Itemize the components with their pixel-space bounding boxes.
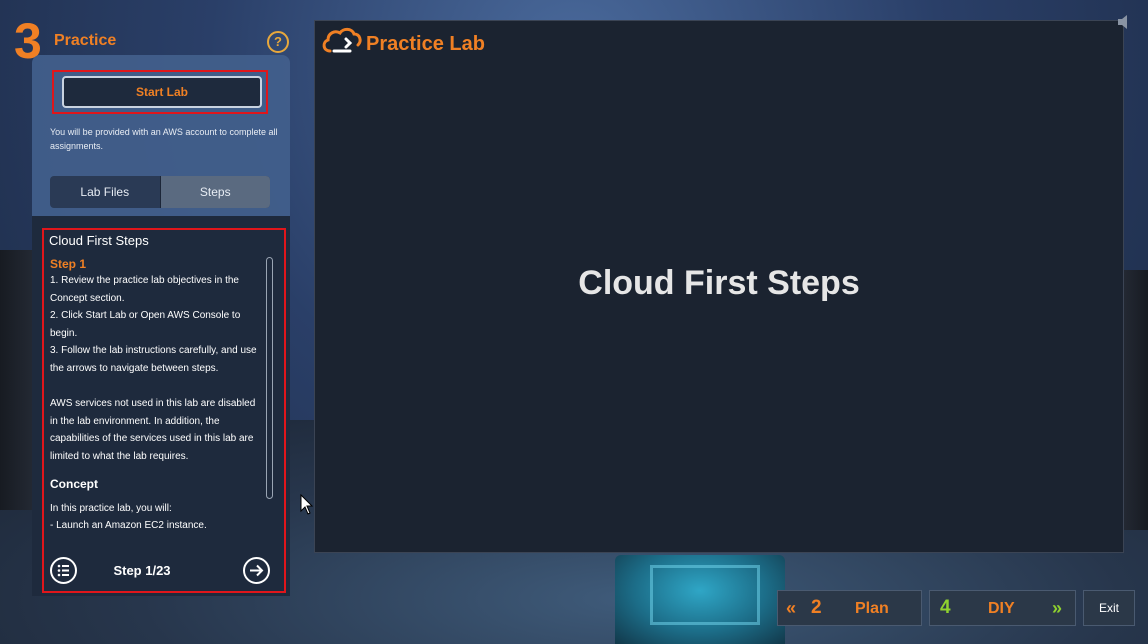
step-line: 2. Click Start Lab or Open AWS Console t… xyxy=(50,310,241,339)
tab-lab-files[interactable]: Lab Files xyxy=(50,176,160,208)
nav-diy-label: DIY xyxy=(988,600,1015,617)
exit-button[interactable]: Exit xyxy=(1083,590,1135,626)
panel-tabs: Lab Files Steps xyxy=(50,176,270,208)
help-icon[interactable]: ? xyxy=(267,31,289,53)
concept-intro: In this practice lab, you will: xyxy=(50,502,172,514)
step-heading: Step 1 xyxy=(50,257,87,271)
arrow-right-circle-icon[interactable] xyxy=(243,557,270,584)
section-title: Practice xyxy=(54,32,117,49)
mouse-cursor-icon xyxy=(300,493,314,516)
chevron-right-double-icon: » xyxy=(1052,598,1063,618)
step-content[interactable]: Step 1 1. Review the practice lab object… xyxy=(50,256,260,538)
speaker-icon[interactable] xyxy=(1116,12,1136,32)
list-menu-icon[interactable] xyxy=(50,557,77,584)
nav-plan-button[interactable]: « 2 Plan xyxy=(777,590,922,626)
nav-plan-label: Plan xyxy=(855,600,889,617)
step-counter: Step 1/23 xyxy=(113,563,171,578)
step-line: 1. Review the practice lab objectives in… xyxy=(50,275,239,304)
tab-steps[interactable]: Steps xyxy=(159,176,270,208)
cloud-logo-icon xyxy=(320,25,364,57)
nav-plan-number: 2 xyxy=(811,597,822,618)
concept-item: - Launch an Amazon EC2 instance. xyxy=(50,520,207,532)
scene-platform-pattern xyxy=(650,565,760,625)
chevron-left-double-icon: « xyxy=(786,598,797,618)
steps-scrollbar[interactable] xyxy=(266,257,273,499)
account-note: You will be provided with an AWS account… xyxy=(50,127,278,151)
practice-lab-title: Practice Lab xyxy=(366,33,485,55)
nav-diy-number: 4 xyxy=(940,597,951,618)
concept-heading: Concept xyxy=(50,476,98,491)
step-note: AWS services not used in this lab are di… xyxy=(50,398,256,462)
start-lab-button[interactable]: Start Lab xyxy=(62,76,262,108)
steps-title: Cloud First Steps xyxy=(49,233,149,248)
lab-main-heading: Cloud First Steps xyxy=(578,264,860,302)
step-line: 3. Follow the lab instructions carefully… xyxy=(50,345,257,374)
nav-diy-button[interactable]: 4 DIY » xyxy=(929,590,1076,626)
